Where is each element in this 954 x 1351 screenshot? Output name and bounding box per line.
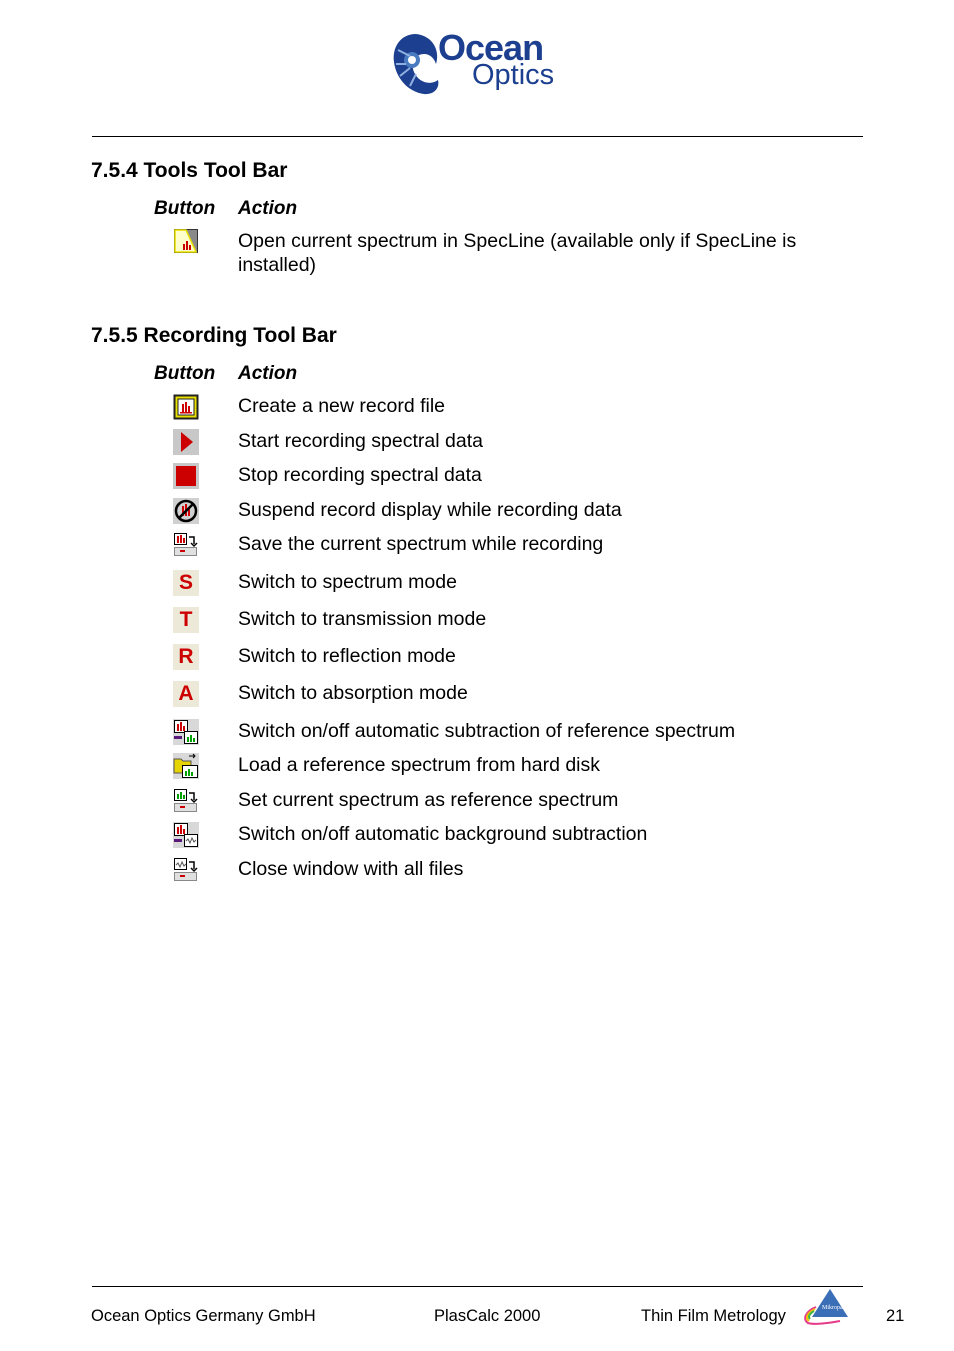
play-icon — [173, 429, 199, 455]
action-text: Save the current spectrum while recordin… — [238, 533, 604, 555]
action-text: Load a reference spectrum from hard disk — [238, 754, 601, 776]
save-spectrum-icon — [173, 532, 199, 558]
close-window-icon — [173, 857, 199, 883]
action-text: Start recording spectral data — [238, 430, 483, 452]
footer-tagline: Thin Film Metrology — [641, 1307, 786, 1325]
action-text: Create a new record file — [238, 395, 446, 417]
footer-product: PlasCalc 2000 — [434, 1307, 541, 1325]
letter-s-icon: S — [173, 570, 199, 596]
action-text: Switch to absorption mode — [238, 682, 468, 704]
header-rule — [92, 136, 863, 137]
specline-icon — [174, 229, 198, 253]
action-text: Switch to transmission mode — [238, 608, 487, 630]
logo-optics-text: Optics — [472, 59, 555, 91]
section-heading-tools: 7.5.4 Tools Tool Bar — [91, 159, 288, 182]
ocean-optics-logo: Ocean Optics — [388, 28, 568, 98]
column-header-button: Button — [154, 198, 216, 219]
letter-r-icon: R — [173, 644, 199, 670]
new-record-file-icon — [173, 394, 199, 420]
section-heading-recording: 7.5.5 Recording Tool Bar — [91, 324, 337, 347]
load-reference-icon — [173, 753, 199, 779]
action-text: Switch to spectrum mode — [238, 571, 457, 593]
action-text: Set current spectrum as reference spectr… — [238, 789, 619, 811]
column-header-action: Action — [238, 198, 298, 219]
stop-icon — [173, 463, 199, 489]
action-text: Switch on/off automatic subtraction of r… — [238, 720, 736, 742]
footer-company: Ocean Optics Germany GmbH — [91, 1307, 316, 1325]
column-header-action: Action — [238, 363, 298, 384]
action-text: Suspend record display while recording d… — [238, 499, 622, 521]
column-header-button: Button — [154, 363, 216, 384]
mikropack-logo-icon: Mikropack — [800, 1287, 858, 1327]
partner-logo-text: Mikropack — [822, 1305, 848, 1311]
action-text: Open current spectrum in SpecLine (avail… — [238, 230, 797, 276]
letter-a-icon: A — [173, 681, 199, 707]
page-number: 21 — [886, 1307, 905, 1325]
set-reference-icon — [173, 788, 199, 814]
reference-subtraction-icon — [173, 719, 199, 745]
action-text: Stop recording spectral data — [238, 464, 482, 486]
action-text: Close window with all files — [238, 858, 464, 880]
suspend-display-icon — [173, 498, 199, 524]
letter-t-icon: T — [173, 607, 199, 633]
background-subtraction-icon — [173, 822, 199, 848]
action-text: Switch to reflection mode — [238, 645, 456, 667]
nautilus-icon — [393, 34, 439, 95]
footer-rule — [92, 1286, 863, 1287]
action-text: Switch on/off automatic background subtr… — [238, 823, 648, 845]
